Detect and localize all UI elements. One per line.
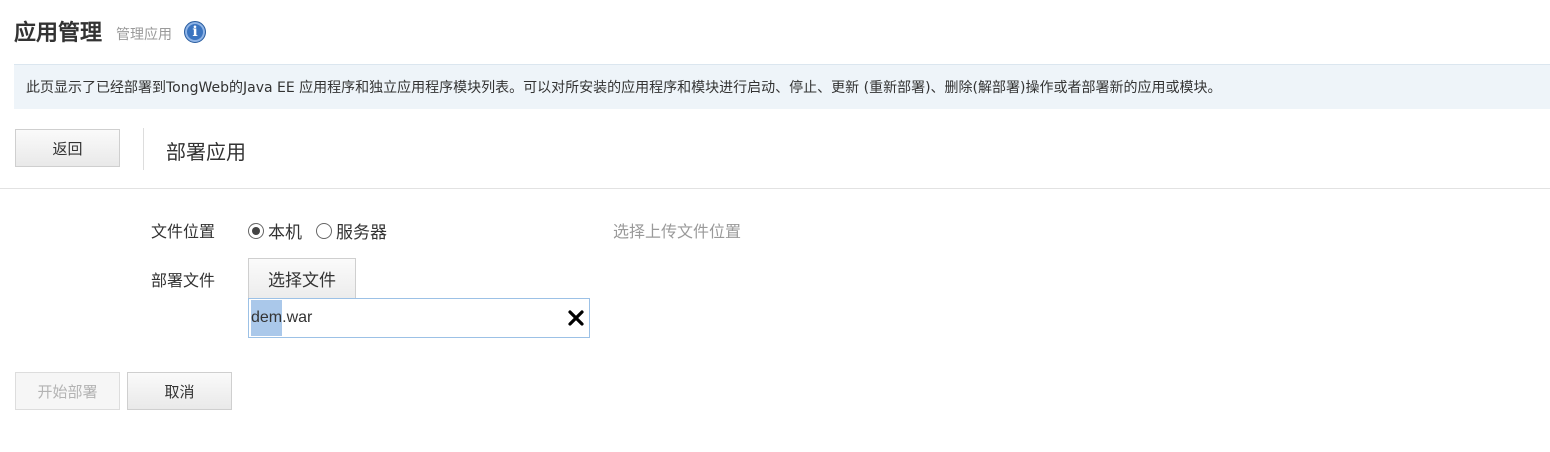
back-button[interactable]: 返回: [15, 129, 120, 167]
page: 应用管理 管理应用 i 此页显示了已经部署到TongWeb的Java EE 应用…: [0, 0, 1550, 452]
file-location-radio-group: 本机 服务器: [248, 218, 401, 243]
radio-option-server[interactable]: 服务器: [316, 218, 387, 243]
info-banner-text: 此页显示了已经部署到TongWeb的Java EE 应用程序和独立应用程序模块列…: [26, 80, 1222, 96]
page-header: 应用管理 管理应用 i: [14, 14, 207, 48]
file-location-hint: 选择上传文件位置: [613, 222, 742, 241]
file-name-field[interactable]: dem.war: [248, 298, 590, 338]
section-divider: [0, 188, 1550, 189]
radio-local-label: 本机: [268, 223, 302, 243]
page-title: 应用管理: [14, 20, 103, 46]
cancel-button[interactable]: 取消: [127, 372, 232, 410]
radio-local[interactable]: [248, 222, 264, 239]
file-name-selection: dem: [251, 300, 283, 336]
file-name-text: dem.war: [251, 300, 313, 336]
info-icon[interactable]: i: [184, 21, 207, 43]
close-icon-glyph: [568, 310, 584, 326]
deploy-file-label: 部署文件: [151, 271, 216, 290]
radio-option-local[interactable]: 本机: [248, 218, 302, 243]
toolbar-divider: [143, 128, 144, 170]
radio-selected-dot: [252, 226, 260, 235]
start-deploy-button[interactable]: 开始部署: [15, 372, 120, 410]
page-subtitle: 管理应用: [116, 26, 173, 43]
section-title: 部署应用: [166, 140, 246, 164]
info-banner: 此页显示了已经部署到TongWeb的Java EE 应用程序和独立应用程序模块列…: [14, 64, 1550, 109]
close-icon[interactable]: [565, 307, 587, 329]
file-name-extension: .war: [282, 309, 313, 326]
radio-server[interactable]: [316, 222, 332, 239]
file-location-label: 文件位置: [151, 222, 216, 241]
choose-file-button[interactable]: 选择文件: [248, 258, 356, 298]
radio-server-label: 服务器: [336, 223, 387, 243]
